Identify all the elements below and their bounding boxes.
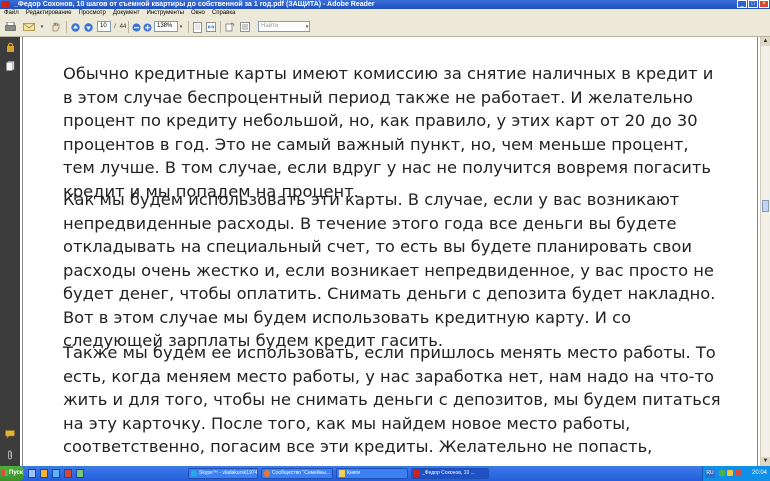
- rotate-view-icon[interactable]: [224, 21, 236, 33]
- paragraph-2: Как мы будем использовать эти карты. В с…: [63, 190, 716, 350]
- skype-icon: [191, 470, 197, 477]
- toolbar: ▾ 10 / 44 138% ▾ Найти ▾: [0, 18, 770, 37]
- print-icon[interactable]: [4, 21, 16, 33]
- dropdown-arrow-icon[interactable]: ▾: [38, 21, 46, 33]
- folder-icon: [339, 470, 345, 477]
- page-total: 44: [119, 24, 127, 30]
- comments-icon[interactable]: [5, 430, 15, 440]
- quicklaunch-browser-icon[interactable]: [40, 469, 48, 478]
- taskbar: Пуск Skype™ - vladakursk1974 Сообщество …: [0, 466, 770, 481]
- find-input[interactable]: Найти: [258, 21, 310, 32]
- menu-file[interactable]: Файл: [4, 9, 19, 18]
- antivirus-icon[interactable]: [735, 470, 741, 476]
- adobe-reader-icon: [2, 1, 10, 8]
- start-label: Пуск: [9, 470, 23, 476]
- hand-tool-icon[interactable]: [50, 21, 62, 33]
- menu-document[interactable]: Документ: [113, 9, 140, 18]
- page-display-icon[interactable]: [239, 21, 251, 33]
- menu-bar: Файл Редактирование Просмотр Документ Ин…: [0, 9, 770, 18]
- toolbar-separator: [188, 21, 189, 33]
- window-title: _Федор Сохонов, 10 шагов от съемной квар…: [14, 1, 375, 8]
- paragraph-3: Также мы будем ее использовать, если при…: [63, 343, 721, 466]
- page-number-input[interactable]: 10: [97, 21, 111, 32]
- next-page-icon[interactable]: [83, 21, 94, 33]
- menu-edit[interactable]: Редактирование: [26, 9, 72, 18]
- pages-icon[interactable]: [5, 61, 15, 71]
- lock-icon[interactable]: [5, 42, 15, 52]
- menu-window[interactable]: Окно: [191, 9, 205, 18]
- toolbar-separator: [220, 21, 221, 33]
- close-button[interactable]: ×: [759, 0, 769, 8]
- task-label: _Федор Сохонов, 10 ...: [422, 470, 475, 476]
- quicklaunch-opera-icon[interactable]: [64, 469, 72, 478]
- email-icon[interactable]: [22, 21, 36, 33]
- document-view[interactable]: Обычно кредитные карты имеют комиссию за…: [20, 37, 760, 466]
- maximize-button[interactable]: □: [748, 0, 758, 8]
- window-controls: _ □ ×: [737, 0, 769, 8]
- start-button[interactable]: Пуск: [0, 466, 24, 481]
- network-icon[interactable]: [719, 470, 725, 476]
- task-label: Сообщество "Семейны...: [272, 470, 331, 476]
- zoom-in-icon[interactable]: [142, 21, 152, 33]
- task-label: Книги: [347, 470, 361, 476]
- navigation-panel: [0, 37, 20, 466]
- scrollbar-thumb[interactable]: [762, 200, 769, 212]
- task-browser-community[interactable]: Сообщество "Семейны...: [261, 468, 333, 479]
- task-adobe-reader[interactable]: _Федор Сохонов, 10 ...: [411, 468, 489, 479]
- quicklaunch-media-icon[interactable]: [76, 469, 84, 478]
- windows-logo-icon: [2, 470, 8, 476]
- title-bar: _Федор Сохонов, 10 шагов от съемной квар…: [0, 0, 770, 9]
- zoom-level-select[interactable]: 138%: [154, 21, 178, 32]
- scroll-up-arrow-icon[interactable]: ▲: [761, 37, 770, 46]
- volume-icon[interactable]: [727, 470, 733, 476]
- paragraph-1: Обычно кредитные карты имеют комиссию за…: [63, 64, 714, 201]
- page-border-left: [22, 37, 23, 466]
- page-border-right: [757, 37, 758, 466]
- system-tray: RU 20:04: [702, 466, 770, 481]
- fit-page-icon[interactable]: [191, 21, 203, 33]
- toolbar-separator: [128, 21, 129, 33]
- toolbar-separator: [66, 21, 67, 33]
- zoom-dropdown-icon[interactable]: ▾: [178, 21, 184, 33]
- previous-page-icon[interactable]: [70, 21, 81, 33]
- task-skype[interactable]: Skype™ - vladakursk1974: [188, 468, 258, 479]
- clock: 20:04: [751, 470, 767, 476]
- task-label: Skype™ - vladakursk1974: [199, 470, 258, 476]
- menu-help[interactable]: Справка: [212, 9, 236, 18]
- minimize-button[interactable]: _: [737, 0, 747, 8]
- vertical-scrollbar[interactable]: ▲ ▼: [760, 37, 770, 466]
- task-books-folder[interactable]: Книги: [336, 468, 408, 479]
- zoom-out-icon[interactable]: [131, 21, 141, 33]
- scroll-down-arrow-icon[interactable]: ▼: [761, 457, 770, 466]
- adobe-reader-icon: [414, 470, 420, 477]
- menu-tools[interactable]: Инструменты: [147, 9, 184, 18]
- quicklaunch-desktop-icon[interactable]: [28, 469, 36, 478]
- fit-width-icon[interactable]: [205, 21, 217, 33]
- attachments-icon[interactable]: [5, 450, 15, 460]
- quicklaunch-ie-icon[interactable]: [52, 469, 60, 478]
- browser-icon: [264, 470, 270, 477]
- language-indicator[interactable]: RU: [705, 469, 715, 478]
- menu-view[interactable]: Просмотр: [78, 9, 105, 18]
- find-dropdown-icon[interactable]: ▾: [304, 21, 310, 33]
